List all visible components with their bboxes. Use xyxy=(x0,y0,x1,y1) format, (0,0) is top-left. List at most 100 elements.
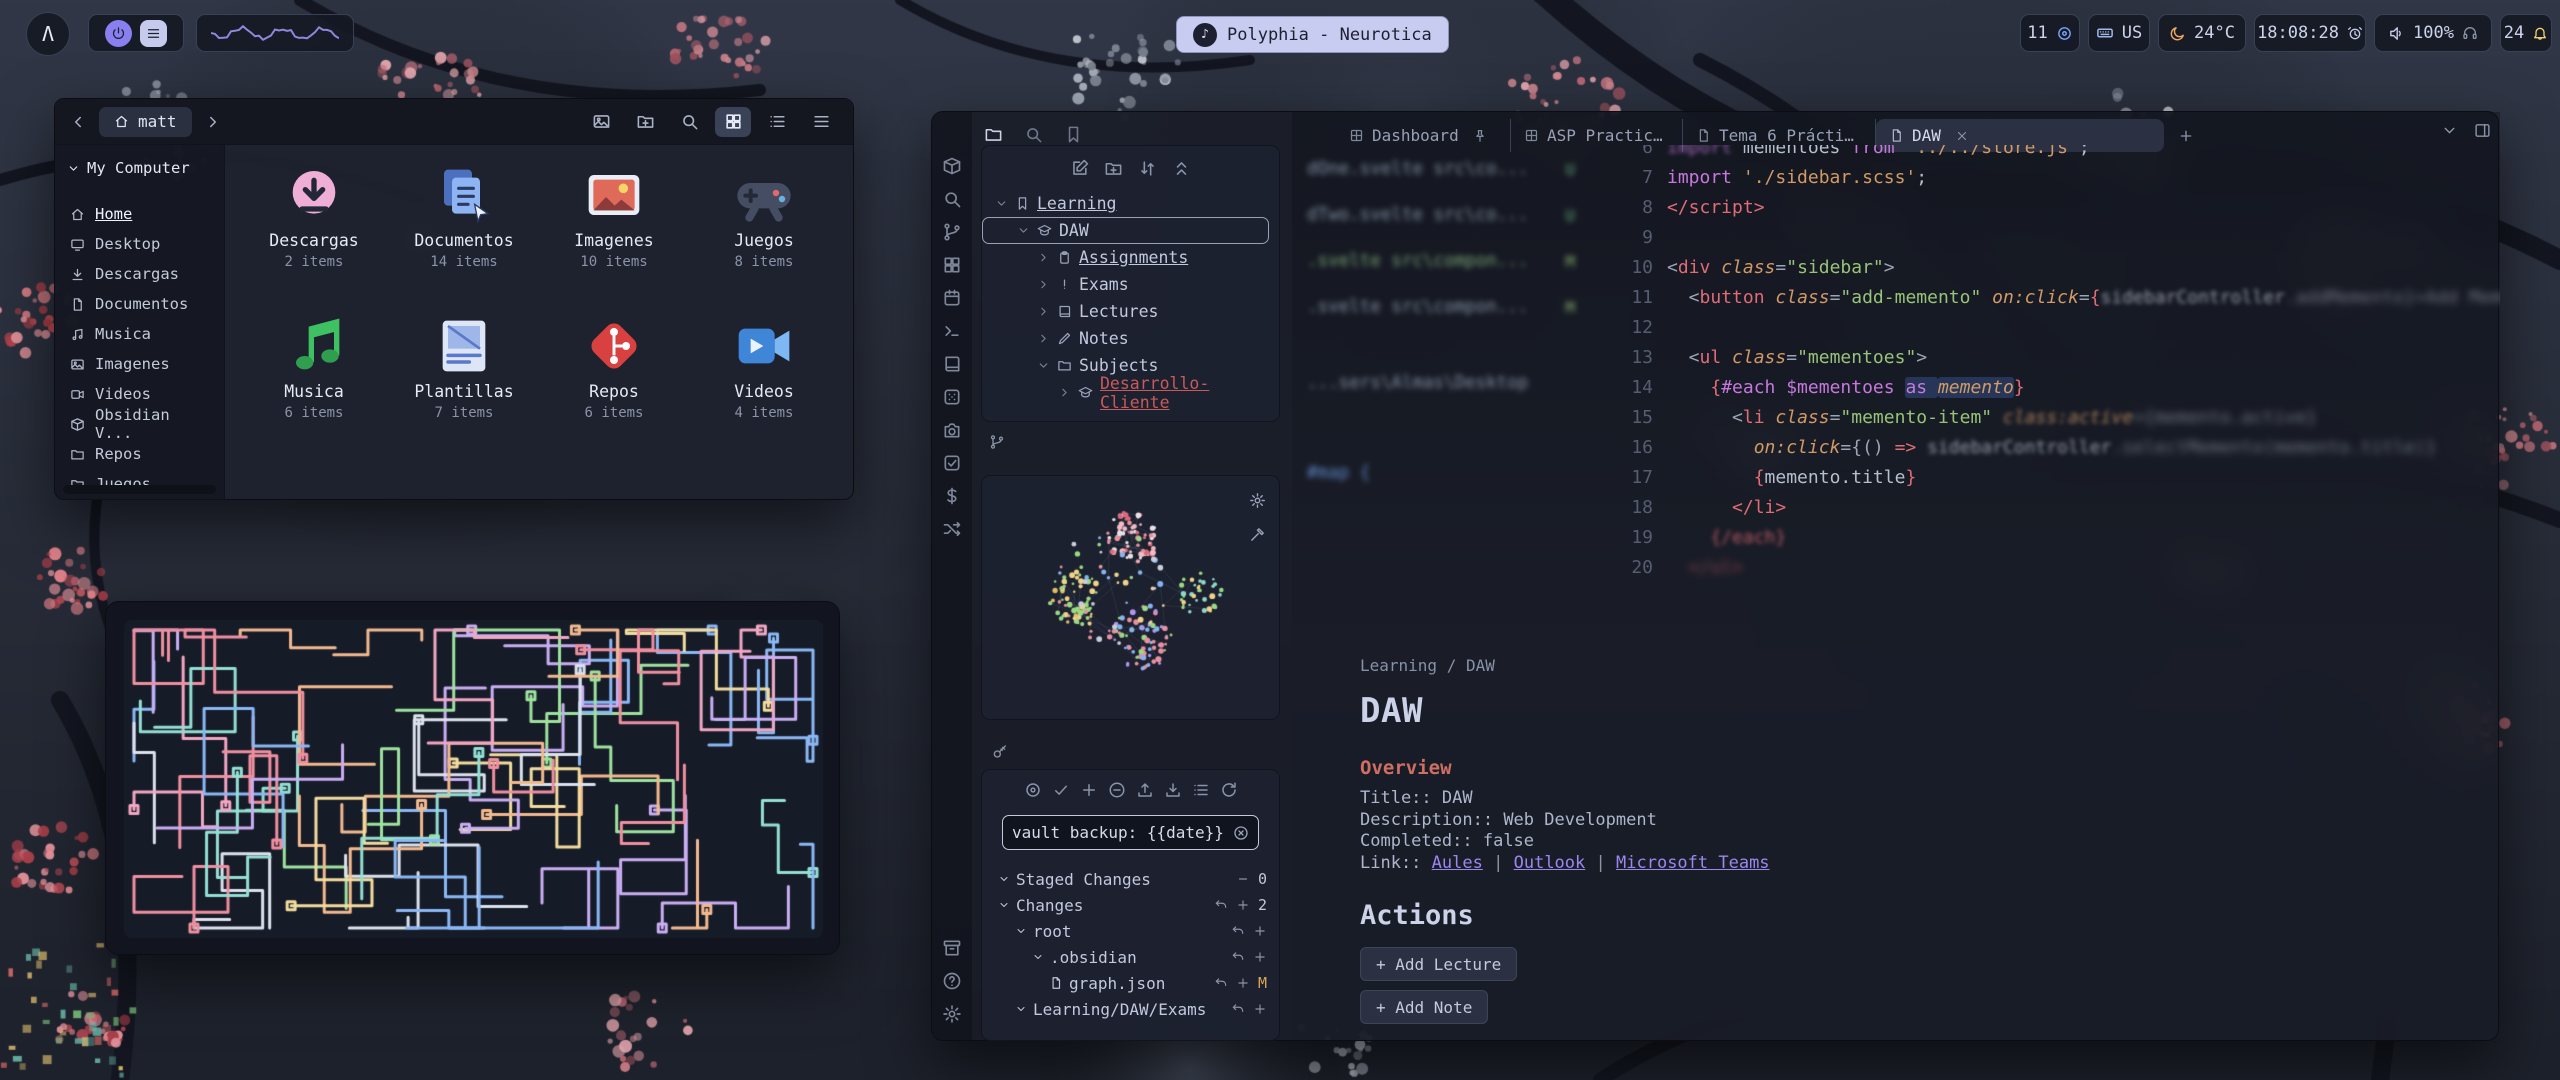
back-button[interactable] xyxy=(69,113,87,131)
git-row-changes[interactable]: Changes 2 xyxy=(982,892,1279,918)
commit-icon[interactable] xyxy=(1052,781,1070,799)
add-lecture-button[interactable]: + Add Lecture xyxy=(1360,947,1517,981)
forward-button[interactable] xyxy=(204,113,222,131)
refresh-icon[interactable] xyxy=(1220,781,1238,799)
folder-tile-musica[interactable]: Musica 6 items xyxy=(239,314,389,421)
notifications-widget[interactable]: 24 xyxy=(2500,14,2552,52)
keyboard-layout-widget[interactable]: US xyxy=(2088,14,2150,52)
currency-icon[interactable] xyxy=(942,486,962,506)
add-note-button[interactable]: + Add Note xyxy=(1360,990,1488,1024)
explorer-item-desarrollo-cliente[interactable]: Desarrollo-Cliente xyxy=(982,379,1271,406)
sidebar-item-home[interactable]: Home xyxy=(65,199,214,229)
gallery-icon[interactable] xyxy=(583,107,619,137)
bookmarks-tab-icon[interactable] xyxy=(1064,125,1083,144)
power-app-button[interactable] xyxy=(105,20,132,47)
link-microsoft-teams[interactable]: Microsoft Teams xyxy=(1616,853,1770,873)
undo-action-icon[interactable] xyxy=(1214,898,1228,912)
graph-settings-icon[interactable] xyxy=(1249,492,1266,509)
git-row-learning-daw-exams[interactable]: Learning/DAW/Exams xyxy=(982,996,1279,1022)
plus-action-icon[interactable] xyxy=(1253,1002,1267,1016)
help-icon[interactable] xyxy=(942,971,962,991)
files-tab-icon[interactable] xyxy=(984,125,1003,144)
clear-message-icon[interactable] xyxy=(1233,825,1249,841)
new-folder-icon[interactable] xyxy=(1104,159,1123,178)
sidebar-item-repos[interactable]: Repos xyxy=(65,439,214,469)
launcher-button[interactable]: Λ xyxy=(26,12,70,56)
view-grid-icon[interactable] xyxy=(715,107,751,137)
shuffle-icon[interactable] xyxy=(942,519,962,539)
search-icon[interactable] xyxy=(671,107,707,137)
sidebar-item-descargas[interactable]: Descargas xyxy=(65,259,214,289)
plus-action-icon[interactable] xyxy=(1236,976,1250,990)
key-icon[interactable] xyxy=(992,744,1008,760)
graph-filter-icon[interactable] xyxy=(1249,526,1266,543)
search-icon[interactable] xyxy=(942,189,962,209)
sidebar-item-desktop[interactable]: Desktop xyxy=(65,229,214,259)
workspaces-widget[interactable]: 11 xyxy=(2020,14,2080,52)
daily-notes-icon[interactable] xyxy=(942,288,962,308)
source-control-icon[interactable] xyxy=(1024,781,1042,799)
commit-message-input[interactable] xyxy=(1012,823,1227,842)
breadcrumb[interactable]: matt xyxy=(99,107,192,137)
sidebar-item-imagenes[interactable]: Imagenes xyxy=(65,349,214,379)
sidebar-item-documentos[interactable]: Documentos xyxy=(65,289,214,319)
explorer-item-assignments[interactable]: Assignments xyxy=(982,244,1271,271)
explorer-item-learning[interactable]: Learning xyxy=(982,190,1271,217)
now-playing-widget[interactable]: ♪ Polyphia - Neurotica xyxy=(1176,16,1449,53)
new-note-icon[interactable] xyxy=(1070,159,1089,178)
terminal-icon[interactable] xyxy=(942,321,962,341)
tasks-icon[interactable] xyxy=(942,453,962,473)
close-tab-icon[interactable] xyxy=(1955,129,1969,143)
weather-widget[interactable]: 24°C xyxy=(2158,14,2246,52)
vault-icon[interactable] xyxy=(942,156,962,176)
unstage-all-icon[interactable] xyxy=(1108,781,1126,799)
git-row-staged-changes[interactable]: Staged Changes 0 xyxy=(982,866,1279,892)
tab-list-icon[interactable] xyxy=(2441,122,2458,139)
pull-icon[interactable] xyxy=(1164,781,1182,799)
new-folder-icon[interactable] xyxy=(627,107,663,137)
sort-order-icon[interactable] xyxy=(1138,159,1157,178)
explorer-item-exams[interactable]: Exams xyxy=(982,271,1271,298)
folder-tile-juegos[interactable]: Juegos 8 items xyxy=(689,163,839,270)
undo-action-icon[interactable] xyxy=(1231,950,1245,964)
folder-tile-descargas[interactable]: Descargas 2 items xyxy=(239,163,389,270)
notes-app-button[interactable] xyxy=(140,20,167,47)
plus-action-icon[interactable] xyxy=(1253,924,1267,938)
volume-widget[interactable]: 100% xyxy=(2374,14,2492,52)
toggle-sidebar-icon[interactable] xyxy=(2474,122,2491,139)
sidebar-scrollbar[interactable] xyxy=(63,485,216,494)
explorer-item-lectures[interactable]: Lectures xyxy=(982,298,1271,325)
git-row-root[interactable]: root xyxy=(982,918,1279,944)
changes-list-icon[interactable] xyxy=(1192,781,1210,799)
collapse-all-icon[interactable] xyxy=(1172,159,1191,178)
undo-action-icon[interactable] xyxy=(1231,1002,1245,1016)
camera-icon[interactable] xyxy=(942,420,962,440)
vault-switcher-icon[interactable] xyxy=(942,938,962,958)
folder-tile-plantillas[interactable]: Plantillas 7 items xyxy=(389,314,539,421)
sidebar-header[interactable]: My Computer xyxy=(65,159,214,177)
reading-icon[interactable] xyxy=(942,354,962,374)
sidebar-item-musica[interactable]: Musica xyxy=(65,319,214,349)
view-list-icon[interactable] xyxy=(759,107,795,137)
random-note-icon[interactable] xyxy=(942,387,962,407)
explorer-item-notes[interactable]: Notes xyxy=(982,325,1271,352)
undo-action-icon[interactable] xyxy=(1231,924,1245,938)
plus-action-icon[interactable] xyxy=(1236,898,1250,912)
link-outlook[interactable]: Outlook xyxy=(1514,853,1586,873)
folder-tile-repos[interactable]: Repos 6 items xyxy=(539,314,689,421)
git-row-graph-json[interactable]: graph.json M xyxy=(982,970,1279,996)
minus-action-icon[interactable] xyxy=(1236,872,1250,886)
git-branch-icon[interactable] xyxy=(989,434,1005,450)
git-row-obsidian[interactable]: .obsidian xyxy=(982,944,1279,970)
search-tab-icon[interactable] xyxy=(1024,125,1043,144)
plus-action-icon[interactable] xyxy=(1253,950,1267,964)
folder-tile-documentos[interactable]: Documentos 14 items xyxy=(389,163,539,270)
sidebar-item-obsidian-v[interactable]: Obsidian V... xyxy=(65,409,214,439)
sidebar-item-videos[interactable]: Videos xyxy=(65,379,214,409)
push-icon[interactable] xyxy=(1136,781,1154,799)
canvas-icon[interactable] xyxy=(942,255,962,275)
explorer-item-daw[interactable]: DAW xyxy=(982,217,1269,244)
undo-action-icon[interactable] xyxy=(1214,976,1228,990)
folder-tile-videos[interactable]: Videos 4 items xyxy=(689,314,839,421)
menu-icon[interactable] xyxy=(803,107,839,137)
